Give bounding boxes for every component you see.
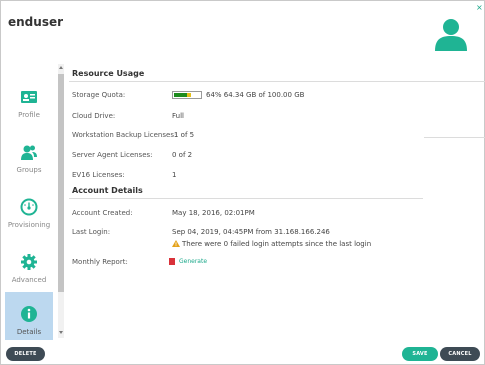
dialog-title: enduser <box>8 15 64 29</box>
storage-quota-fill <box>174 93 187 97</box>
sidebar-item-details[interactable]: Details <box>5 292 53 340</box>
scroll-down-icon[interactable] <box>58 330 64 335</box>
user-dialog: × enduser Profile Groups Provisioning Ad… <box>0 0 485 365</box>
scroll-thumb[interactable] <box>58 74 64 292</box>
sidebar-item-label: Profile <box>18 111 40 119</box>
dashboard-icon <box>20 198 38 216</box>
report-file-icon <box>169 258 175 265</box>
cancel-button[interactable]: CANCEL <box>440 347 480 361</box>
generate-report-link[interactable]: Generate <box>179 258 207 265</box>
resource-usage-title: Resource Usage <box>72 69 145 78</box>
storage-quota-fill-tip <box>187 93 191 97</box>
scroll-up-icon[interactable] <box>58 65 64 70</box>
server-agent-value: 0 of 2 <box>172 151 193 159</box>
account-created-value: May 18, 2016, 02:01PM <box>172 209 255 217</box>
ev16-label: EV16 Licenses: <box>72 171 125 179</box>
storage-quota-bar <box>172 91 202 99</box>
last-login-label: Last Login: <box>72 228 111 236</box>
delete-button[interactable]: DELETE <box>6 347 45 361</box>
divider <box>424 137 485 138</box>
account-created-label: Account Created: <box>72 209 133 217</box>
save-button[interactable]: SAVE <box>402 347 438 361</box>
sidebar-scrollbar[interactable] <box>58 64 64 338</box>
server-agent-label: Server Agent Licenses: <box>72 151 153 159</box>
storage-quota-label: Storage Quota: <box>72 91 126 99</box>
warning-icon <box>172 240 180 247</box>
divider <box>69 198 423 199</box>
sidebar-item-label: Advanced <box>11 276 47 284</box>
sidebar-item-advanced[interactable]: Advanced <box>5 240 53 290</box>
sidebar-nav: Profile Groups Provisioning Advanced Det… <box>1 63 57 340</box>
info-icon <box>21 306 37 322</box>
users-icon <box>21 145 37 160</box>
cloud-drive-label: Cloud Drive: <box>72 112 116 120</box>
close-icon[interactable]: × <box>476 4 483 12</box>
gear-icon <box>21 254 37 270</box>
workstation-backup-value: 1 of 5 <box>174 131 195 139</box>
sidebar-item-label: Details <box>16 328 42 336</box>
divider <box>69 81 485 82</box>
account-details-title: Account Details <box>72 186 143 195</box>
sidebar-item-profile[interactable]: Profile <box>5 75 53 125</box>
sidebar-item-label: Provisioning <box>7 221 51 229</box>
id-card-icon <box>21 91 37 103</box>
ev16-value: 1 <box>172 171 177 179</box>
last-login-value: Sep 04, 2019, 04:45PM from 31.168.166.24… <box>172 228 330 236</box>
sidebar-item-groups[interactable]: Groups <box>5 130 53 180</box>
workstation-backup-label: Workstation Backup Licenses: <box>72 131 177 139</box>
user-avatar-icon <box>435 19 467 51</box>
storage-quota-value: 64% 64.34 GB of 100.00 GB <box>206 91 305 99</box>
monthly-report-label: Monthly Report: <box>72 258 128 266</box>
sidebar-item-provisioning[interactable]: Provisioning <box>5 185 53 235</box>
failed-login-warning: There were 0 failed login attempts since… <box>182 240 372 248</box>
sidebar-item-label: Groups <box>16 166 42 174</box>
cloud-drive-value: Full <box>172 112 184 120</box>
